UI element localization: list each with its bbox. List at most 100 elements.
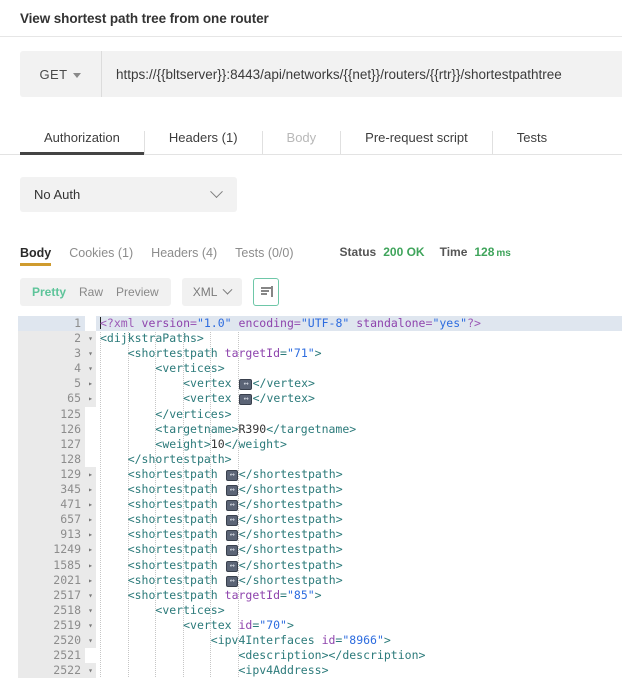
fold-expand-icon[interactable]: ▸ (85, 572, 96, 588)
token-pi: = (293, 316, 301, 330)
code-line: 657 ▸ <shortestpath ↔ </shortestpath> (18, 512, 622, 528)
request-tab-headers-1[interactable]: Headers (1) (145, 131, 263, 154)
fold-expand-icon[interactable]: ▸ (85, 542, 96, 558)
collapsed-content-badge[interactable]: ↔ (239, 379, 252, 391)
request-tab-label: Tests (516, 130, 548, 145)
code-line-content: <vertices> (96, 603, 622, 618)
code-line: 127 <weight>10</weight> (18, 436, 622, 452)
fold-collapse-icon[interactable]: ▾ (85, 617, 96, 633)
response-code-viewer[interactable]: 1 <?xml version="1.0" encoding="UTF-8" st… (0, 316, 622, 678)
token-tag: </targetname> (266, 421, 357, 436)
response-tab-cookies-1[interactable]: Cookies (1) (69, 246, 133, 267)
code-line-content: <weight>10</weight> (96, 437, 622, 452)
token-tag: </weight> (224, 436, 287, 451)
token-tag: > (286, 617, 294, 632)
request-tab-pre-request-script[interactable]: Pre-request script (341, 131, 493, 154)
code-line: 345 ▸ <shortestpath ↔ </shortestpath> (18, 482, 622, 498)
code-line: 2518 ▾ <vertices> (18, 602, 622, 618)
token-tag: <vertex (183, 617, 239, 632)
line-number: 125 (18, 406, 85, 422)
body-view-mode-pretty[interactable]: Pretty (32, 285, 66, 299)
line-number: 471 (18, 497, 85, 513)
body-view-mode-raw[interactable]: Raw (79, 285, 103, 299)
fold-collapse-icon[interactable]: ▾ (85, 632, 96, 649)
window-title-bar: View shortest path tree from one router (0, 0, 622, 37)
token-pi: ?> (467, 316, 481, 330)
code-line-content: <vertices> (96, 361, 622, 376)
fold-collapse-icon[interactable]: ▾ (85, 346, 96, 362)
line-number: 345 (18, 482, 85, 498)
http-method-selector[interactable]: GET (20, 51, 102, 97)
collapsed-content-badge[interactable]: ↔ (225, 545, 238, 557)
response-body-toolbar: Pretty Raw Preview XML (20, 278, 622, 306)
wrap-lines-icon[interactable] (253, 278, 280, 306)
response-tab-body[interactable]: Body (20, 246, 52, 267)
code-line-content: <shortestpath ↔ </shortestpath> (96, 497, 622, 512)
token-tag: </shortestpath> (238, 497, 343, 512)
token-tag: <vertex (183, 391, 239, 406)
collapsed-content-badge[interactable]: ↔ (225, 530, 238, 542)
auth-type-select[interactable]: No Auth (20, 177, 237, 212)
body-format-value: XML (192, 285, 218, 299)
token-tag: <shortestpath (127, 512, 225, 527)
code-line: 2021 ▸ <shortestpath ↔ </shortestpath> (18, 572, 622, 588)
http-method-label: GET (39, 66, 68, 82)
fold-expand-icon[interactable]: ▸ (85, 482, 96, 498)
body-view-mode-preview[interactable]: Preview (116, 285, 159, 299)
fold-expand-icon[interactable]: ▸ (85, 557, 96, 573)
code-line-content: <dijkstraPaths> (96, 331, 622, 346)
url-input[interactable]: https://{{bltserver}}:8443/api/networks/… (102, 51, 622, 97)
collapsed-content-badge[interactable]: ↔ (225, 515, 238, 527)
token-tag: </shortestpath> (238, 512, 343, 527)
fold-expand-icon[interactable]: ▸ (85, 497, 96, 513)
line-number: 2521 (18, 648, 85, 664)
request-tabs: Authorization Headers (1) Body Pre-request … (0, 119, 622, 155)
fold-expand-icon[interactable]: ▸ (85, 512, 96, 528)
fold-expand-icon[interactable]: ▸ (85, 466, 96, 483)
fold-expand-icon[interactable]: ▸ (85, 376, 96, 392)
code-line: 2522 ▾ <ipv4Address> (18, 663, 622, 678)
fold-expand-icon[interactable]: ▸ (85, 527, 96, 543)
token-tag: <shortestpath (127, 542, 225, 557)
token-attr: encoding (238, 316, 294, 330)
collapsed-content-badge[interactable]: ↔ (225, 485, 238, 497)
token-txt: R390 (238, 421, 267, 436)
collapsed-content-badge[interactable]: ↔ (225, 469, 238, 481)
fold-collapse-icon[interactable]: ▾ (85, 663, 96, 678)
line-number: 129 (18, 466, 85, 483)
token-attr: id (321, 632, 336, 647)
line-number: 65 (18, 391, 85, 407)
token-tag: > (314, 346, 322, 361)
collapsed-content-badge[interactable]: ↔ (239, 394, 252, 406)
token-tag: <ipv4Address> (238, 663, 329, 678)
request-tab-label: Pre-request script (365, 130, 468, 145)
request-tab-tests[interactable]: Tests (493, 131, 571, 154)
fold-collapse-icon[interactable]: ▾ (85, 331, 96, 347)
token-pi (232, 316, 239, 330)
code-line-content: <ipv4Interfaces id="8966"> (96, 633, 622, 648)
line-number: 126 (18, 421, 85, 437)
code-line-content: <vertex ↔ </vertex> (96, 376, 622, 391)
token-tag: </shortestpath> (238, 572, 343, 587)
fold-collapse-icon[interactable]: ▾ (85, 361, 96, 377)
fold-expand-icon[interactable]: ▸ (85, 391, 96, 407)
chevron-down-icon (73, 72, 82, 78)
response-tab-tests-0-0[interactable]: Tests (0/0) (235, 246, 293, 267)
body-format-select[interactable]: XML (181, 278, 243, 306)
fold-collapse-icon[interactable]: ▾ (85, 587, 96, 603)
request-tab-label: Authorization (44, 130, 120, 145)
token-tag: </shortestpath> (238, 557, 343, 572)
token-tag: </vertex> (252, 376, 315, 391)
token-tag: <shortestpath (127, 572, 225, 587)
token-tag: <shortestpath (127, 497, 225, 512)
fold-collapse-icon[interactable]: ▾ (85, 602, 96, 618)
collapsed-content-badge[interactable]: ↔ (225, 560, 238, 572)
collapsed-content-badge[interactable]: ↔ (225, 500, 238, 512)
collapsed-content-badge[interactable]: ↔ (225, 575, 238, 587)
code-line: 126 <targetname>R390</targetname> (18, 421, 622, 437)
line-number: 4 (18, 361, 85, 377)
response-tab-headers-4[interactable]: Headers (4) (151, 246, 217, 267)
request-tab-authorization[interactable]: Authorization (20, 130, 145, 155)
token-tag: </vertex> (252, 391, 315, 406)
code-line-content: <shortestpath ↔ </shortestpath> (96, 482, 622, 497)
